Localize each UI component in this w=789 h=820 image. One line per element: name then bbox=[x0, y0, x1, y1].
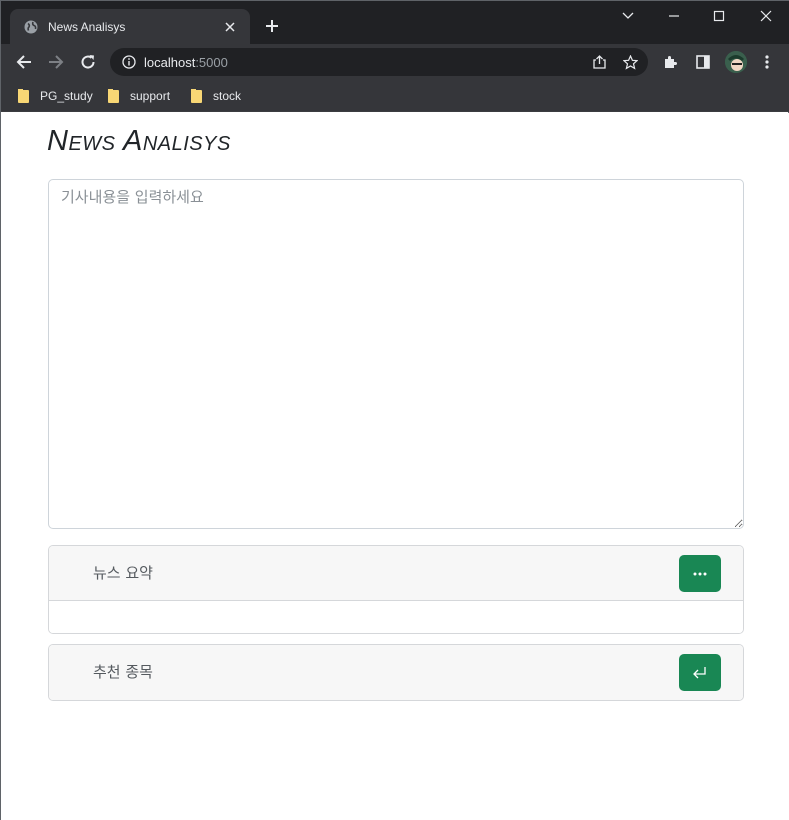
maximize-icon[interactable] bbox=[710, 7, 728, 25]
page-content: News Analisys 뉴스 요약 추천 종목 bbox=[1, 113, 789, 820]
site-info-icon[interactable] bbox=[122, 55, 136, 69]
back-arrow-icon[interactable] bbox=[15, 53, 33, 71]
bookmark-label: support bbox=[130, 89, 171, 103]
summary-card-body bbox=[49, 601, 743, 633]
page-title: News Analisys bbox=[47, 125, 231, 157]
bookmark-label: PG_study bbox=[40, 89, 93, 103]
recommend-card-header: 추천 종목 bbox=[49, 645, 743, 700]
browser-toolbar: localhost :5000 bbox=[1, 44, 789, 80]
bookmark-label: stock bbox=[213, 89, 242, 103]
ellipsis-icon bbox=[693, 572, 707, 576]
recommend-button[interactable] bbox=[679, 654, 721, 691]
summary-card-label: 뉴스 요약 bbox=[93, 564, 153, 582]
more-menu-icon[interactable] bbox=[758, 53, 776, 71]
extensions-puzzle-icon[interactable] bbox=[662, 53, 680, 71]
recommend-card: 추천 종목 bbox=[48, 644, 744, 701]
url-port: :5000 bbox=[195, 54, 228, 70]
browser-tab[interactable]: News Analisys bbox=[10, 9, 250, 44]
summary-card-header: 뉴스 요약 bbox=[49, 546, 743, 601]
recommend-card-label: 추천 종목 bbox=[93, 663, 153, 681]
folder-icon bbox=[108, 89, 120, 103]
share-icon[interactable] bbox=[591, 54, 607, 70]
summary-card: 뉴스 요약 bbox=[48, 545, 744, 634]
article-input[interactable] bbox=[48, 179, 744, 529]
reload-icon[interactable] bbox=[79, 53, 97, 71]
bookmarks-bar: PG_study support stock bbox=[1, 80, 789, 112]
tab-title: News Analisys bbox=[48, 19, 126, 34]
side-panel-icon[interactable] bbox=[694, 53, 712, 71]
bookmark-support[interactable]: support bbox=[108, 86, 170, 106]
browser-tabstrip: News Analisys bbox=[1, 1, 789, 44]
bookmark-stock[interactable]: stock bbox=[191, 86, 241, 106]
tab-search-icon[interactable] bbox=[619, 7, 637, 25]
bookmark-star-icon[interactable] bbox=[622, 54, 638, 70]
new-tab-icon[interactable] bbox=[263, 17, 281, 35]
summarize-button[interactable] bbox=[679, 555, 721, 592]
folder-icon bbox=[18, 89, 30, 103]
folder-icon bbox=[191, 89, 203, 103]
globe-icon bbox=[24, 20, 38, 34]
close-window-icon[interactable] bbox=[757, 7, 775, 25]
enter-return-icon bbox=[692, 666, 708, 680]
bookmark-pg-study[interactable]: PG_study bbox=[18, 86, 93, 106]
profile-avatar[interactable] bbox=[725, 51, 747, 73]
url-host: localhost bbox=[144, 54, 196, 70]
close-tab-icon[interactable] bbox=[222, 19, 238, 35]
forward-arrow-icon[interactable] bbox=[47, 53, 65, 71]
address-bar[interactable]: localhost :5000 bbox=[110, 48, 648, 76]
minimize-icon[interactable] bbox=[665, 7, 683, 25]
